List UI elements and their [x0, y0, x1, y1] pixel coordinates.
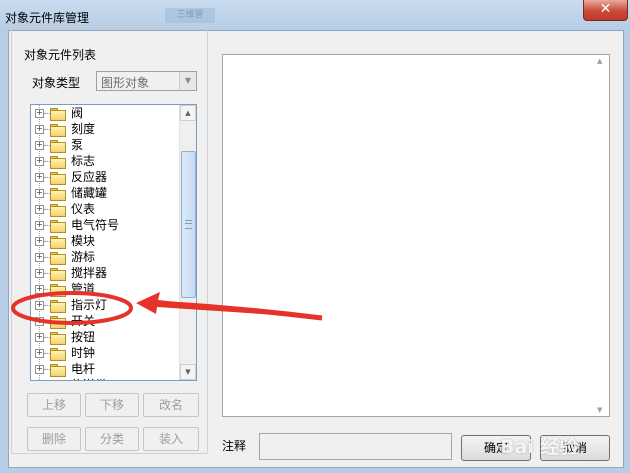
chevron-down-icon[interactable]: ▼: [179, 72, 196, 90]
tree-item-label: 储藏罐: [71, 186, 108, 200]
folder-icon: [50, 188, 66, 201]
scroll-up-arrow-icon[interactable]: ▲: [597, 57, 602, 65]
folder-icon: [50, 316, 66, 329]
tree-item-label: 游标: [71, 250, 96, 264]
tree-item-label: 按钮: [71, 330, 96, 344]
move-down-button[interactable]: 下移: [85, 393, 139, 417]
expand-plus-icon[interactable]: +: [35, 237, 44, 246]
expand-plus-icon[interactable]: +: [35, 141, 44, 150]
expand-plus-icon[interactable]: +: [35, 205, 44, 214]
folder-icon: [50, 348, 66, 361]
tree-item-label: 指示灯: [71, 298, 108, 312]
tree-item-label: 模块: [71, 234, 96, 248]
scroll-down-arrow-icon[interactable]: ▼: [597, 406, 602, 414]
note-field: [259, 433, 452, 460]
rename-button[interactable]: 改名: [143, 393, 199, 417]
scrollbar-thumb[interactable]: [181, 151, 196, 298]
load-button[interactable]: 装入: [143, 427, 199, 451]
expand-plus-icon[interactable]: +: [35, 253, 44, 262]
folder-icon: [50, 156, 66, 169]
classify-button[interactable]: 分类: [85, 427, 139, 451]
folder-icon: [50, 220, 66, 233]
tree-item-label: 泵: [71, 138, 84, 152]
expand-plus-icon[interactable]: +: [35, 365, 44, 374]
tree-item-label: 仪表: [71, 202, 96, 216]
delete-button[interactable]: 删除: [27, 427, 81, 451]
folder-icon: [50, 204, 66, 217]
folder-icon: [50, 284, 66, 297]
close-icon: ✕: [599, 1, 612, 17]
group-legend: 对象元件列表: [22, 46, 99, 63]
object-type-label: 对象类型: [32, 76, 81, 90]
expand-plus-icon[interactable]: +: [35, 301, 44, 310]
expand-plus-icon[interactable]: +: [35, 109, 44, 118]
window-title: 对象元件库管理: [5, 11, 90, 25]
tree-item-label: 时钟: [71, 346, 96, 360]
expand-plus-icon[interactable]: +: [35, 349, 44, 358]
tree-item-label: 开关: [71, 314, 96, 328]
expand-plus-icon[interactable]: +: [35, 221, 44, 230]
note-label: 注释: [222, 439, 247, 453]
expand-plus-icon[interactable]: +: [35, 269, 44, 278]
tree-scrollbar[interactable]: ▲ ▼: [179, 105, 196, 380]
folder-icon: [50, 300, 66, 313]
tree-item-label: 搅拌器: [71, 266, 108, 280]
expand-plus-icon[interactable]: +: [35, 285, 44, 294]
object-type-value: 图形对象: [101, 76, 150, 90]
tree-item-label: 反应器: [71, 170, 108, 184]
close-button[interactable]: ✕: [583, 0, 628, 21]
expand-plus-icon[interactable]: +: [35, 125, 44, 134]
preview-pane: ▲ ▼: [222, 54, 610, 417]
expand-plus-icon[interactable]: +: [35, 157, 44, 166]
expand-plus-icon[interactable]: +: [35, 333, 44, 342]
object-type-select[interactable]: 图形对象 ▼: [96, 71, 197, 91]
folder-icon: [50, 380, 65, 381]
folder-icon: [50, 364, 66, 377]
scroll-down-arrow-icon[interactable]: ▼: [180, 364, 196, 380]
expand-plus-icon[interactable]: +: [35, 317, 44, 326]
folder-icon: [50, 252, 66, 265]
expand-plus-icon[interactable]: +: [35, 173, 44, 182]
folder-icon: [50, 332, 66, 345]
watermark: Bai 经验: [500, 436, 579, 458]
scroll-up-arrow-icon[interactable]: ▲: [180, 105, 196, 121]
tree-item-label: 标志: [71, 154, 96, 168]
folder-icon: [50, 268, 66, 281]
blurred-tab: 三维管: [165, 8, 215, 23]
folder-icon: [50, 172, 66, 185]
grip-icon: [185, 220, 192, 229]
tree-item-label: 传送带: [71, 377, 107, 380]
expand-plus-icon[interactable]: +: [35, 189, 44, 198]
tree-item-label: 阀: [71, 106, 84, 120]
folder-icon: [50, 124, 66, 137]
folder-icon: [50, 236, 66, 249]
preview-scrollbar[interactable]: ▲ ▼: [593, 55, 609, 416]
move-up-button[interactable]: 上移: [27, 393, 81, 417]
object-tree[interactable]: + 阀 + 刻度 + 泵 + 标志 + 反应器 + 储藏罐 + 仪表 + 电气符号 + 模块 + 游标 + 搅拌器 + 管道 +…: [30, 104, 197, 381]
tree-item-label: 管道: [71, 282, 96, 296]
folder-icon: [50, 140, 66, 153]
folder-icon: [50, 108, 66, 121]
tree-item-label: 电气符号: [71, 218, 120, 232]
tree-item-label: 刻度: [71, 122, 96, 136]
tree-item-label: 电杆: [71, 362, 96, 376]
